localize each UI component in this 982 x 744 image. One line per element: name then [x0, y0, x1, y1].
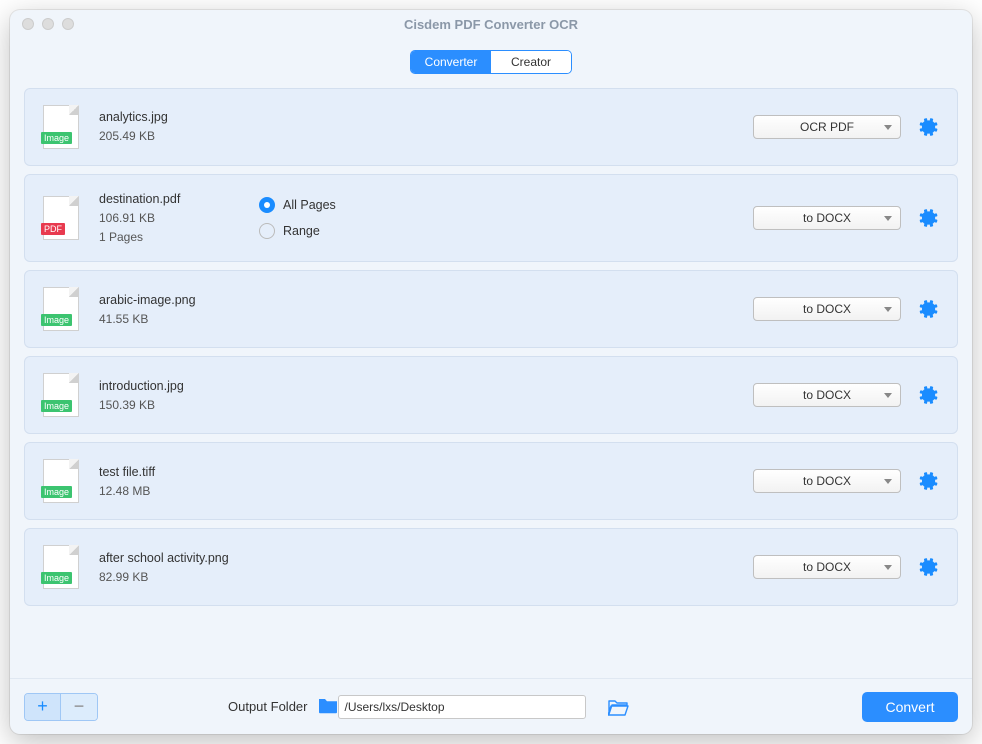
output-folder-field[interactable]: /Users/lxs/Desktop [318, 693, 586, 720]
gear-icon [917, 298, 939, 320]
gear-icon [917, 116, 939, 138]
file-type-icon: Image [43, 545, 79, 589]
settings-button[interactable] [917, 116, 939, 138]
file-badge: Image [41, 400, 72, 412]
file-type-icon: Image [43, 287, 79, 331]
gear-icon [917, 207, 939, 229]
page-range-options: All Pages Range [259, 197, 753, 239]
file-badge: Image [41, 572, 72, 584]
file-type-icon: PDF [43, 196, 79, 240]
tab-creator[interactable]: Creator [491, 51, 571, 73]
output-format-select[interactable]: OCR PDF [753, 115, 901, 139]
gear-icon [917, 470, 939, 492]
tab-converter[interactable]: Converter [411, 51, 491, 73]
file-name: analytics.jpg [99, 107, 259, 127]
titlebar: Cisdem PDF Converter OCR [10, 10, 972, 38]
file-name: after school activity.png [99, 548, 259, 568]
file-row[interactable]: Image analytics.jpg 205.49 KB OCR PDF [24, 88, 958, 166]
output-format-select[interactable]: to DOCX [753, 555, 901, 579]
file-info: destination.pdf 106.91 KB 1 Pages [99, 189, 259, 247]
file-name: destination.pdf [99, 189, 259, 209]
app-title: Cisdem PDF Converter OCR [10, 17, 972, 32]
convert-button[interactable]: Convert [862, 692, 958, 722]
file-size: 12.48 MB [99, 482, 259, 501]
output-format-select[interactable]: to DOCX [753, 383, 901, 407]
file-name: test file.tiff [99, 462, 259, 482]
file-size: 41.55 KB [99, 310, 259, 329]
file-badge: Image [41, 314, 72, 326]
output-path-input[interactable]: /Users/lxs/Desktop [338, 695, 586, 719]
add-remove-group: + − [24, 693, 98, 721]
gear-icon [917, 556, 939, 578]
output-format-select[interactable]: to DOCX [753, 297, 901, 321]
file-info: analytics.jpg 205.49 KB [99, 107, 259, 146]
file-list: Image analytics.jpg 205.49 KB OCR PDF PD… [10, 88, 972, 678]
gear-icon [917, 384, 939, 406]
file-info: arabic-image.png 41.55 KB [99, 290, 259, 329]
file-badge: Image [41, 486, 72, 498]
file-type-icon: Image [43, 105, 79, 149]
mode-tabs: Converter Creator [10, 38, 972, 88]
all-pages-label: All Pages [283, 198, 336, 212]
file-name: arabic-image.png [99, 290, 259, 310]
file-size: 150.39 KB [99, 396, 259, 415]
file-size: 205.49 KB [99, 127, 259, 146]
file-info: after school activity.png 82.99 KB [99, 548, 259, 587]
file-name: introduction.jpg [99, 376, 259, 396]
settings-button[interactable] [917, 207, 939, 229]
output-folder-label: Output Folder [228, 699, 308, 714]
file-info: introduction.jpg 150.39 KB [99, 376, 259, 415]
file-row[interactable]: Image arabic-image.png 41.55 KB to DOCX [24, 270, 958, 348]
settings-button[interactable] [917, 470, 939, 492]
settings-button[interactable] [917, 384, 939, 406]
radio-range[interactable] [259, 223, 275, 239]
file-badge: Image [41, 132, 72, 144]
browse-folder-icon[interactable] [608, 698, 630, 716]
file-info: test file.tiff 12.48 MB [99, 462, 259, 501]
file-row[interactable]: Image introduction.jpg 150.39 KB to DOCX [24, 356, 958, 434]
file-row[interactable]: Image after school activity.png 82.99 KB… [24, 528, 958, 606]
file-type-icon: Image [43, 373, 79, 417]
add-file-button[interactable]: + [25, 694, 61, 720]
folder-icon [318, 693, 338, 720]
file-row[interactable]: PDF destination.pdf 106.91 KB 1 Pages Al… [24, 174, 958, 262]
output-format-select[interactable]: to DOCX [753, 206, 901, 230]
file-type-icon: Image [43, 459, 79, 503]
remove-file-button[interactable]: − [61, 694, 97, 720]
file-badge: PDF [41, 223, 65, 235]
file-size: 106.91 KB [99, 209, 259, 228]
file-pages: 1 Pages [99, 228, 259, 247]
footer: + − Output Folder /Users/lxs/Desktop Con… [10, 678, 972, 734]
settings-button[interactable] [917, 298, 939, 320]
settings-button[interactable] [917, 556, 939, 578]
app-window: Cisdem PDF Converter OCR Converter Creat… [10, 10, 972, 734]
file-row[interactable]: Image test file.tiff 12.48 MB to DOCX [24, 442, 958, 520]
range-label: Range [283, 224, 320, 238]
radio-all-pages[interactable] [259, 197, 275, 213]
output-format-select[interactable]: to DOCX [753, 469, 901, 493]
file-size: 82.99 KB [99, 568, 259, 587]
